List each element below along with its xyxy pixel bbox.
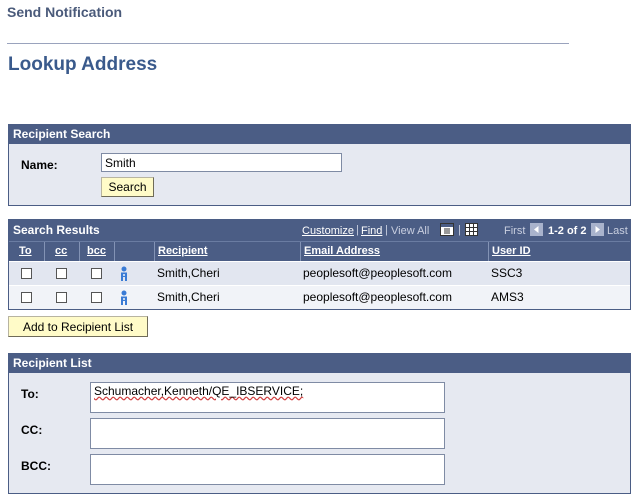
name-label: Name: [21,158,58,172]
to-checkbox[interactable] [21,268,32,279]
recipient-search-title: Recipient Search [9,125,630,144]
next-arrow-icon[interactable] [591,223,604,239]
column-header-icon [115,242,155,261]
recipient-list-body: To: Schumacher,Kenneth/QE_IBSERVICE; CC:… [9,373,630,493]
last-label: Last [607,225,628,237]
cc-label: CC: [21,423,43,437]
header-divider [7,43,569,44]
person-info-icon[interactable] [118,290,132,306]
page-title: Lookup Address [8,54,158,75]
userid-cell: SSC3 [491,266,523,280]
bcc-recipients-field[interactable] [90,454,445,485]
recipient-cell: Smith,Cheri [157,290,220,304]
search-results-title: Search Results [13,223,100,237]
page-header: Send Notification [7,4,123,20]
add-to-recipient-list-button[interactable]: Add to Recipient List [8,316,148,337]
bcc-checkbox[interactable] [91,268,102,279]
bcc-label: BCC: [21,459,51,473]
column-header-cc[interactable]: cc [45,242,80,261]
grid-navigation-bar: Search Results Customize | Find | View A… [9,220,630,241]
search-button[interactable]: Search [101,177,154,197]
userid-cell: AMS3 [491,290,524,304]
cc-checkbox[interactable] [56,268,67,279]
spreadsheet-icon[interactable] [465,223,478,239]
nav-separator: | [458,224,461,236]
recipient-search-body: Name: Search [9,144,630,205]
table-row: Smith,Cheri peoplesoft@peoplesoft.com SS… [9,261,630,285]
view-all-link[interactable]: View All [391,225,429,237]
table-row: Smith,Cheri peoplesoft@peoplesoft.com AM… [9,285,630,309]
column-header-recipient[interactable]: Recipient [155,242,301,261]
to-recipients-field[interactable]: Schumacher,Kenneth/QE_IBSERVICE; [90,382,445,413]
cc-checkbox[interactable] [56,292,67,303]
email-cell: peoplesoft@peoplesoft.com [303,266,452,280]
nav-separator: | [356,224,359,236]
column-header-userid[interactable]: User ID [489,242,630,261]
previous-arrow-icon[interactable] [530,223,543,239]
search-results-grid: Search Results Customize | Find | View A… [8,219,631,310]
column-header-email[interactable]: Email Address [301,242,489,261]
customize-link[interactable]: Customize [302,225,354,237]
recipient-cell: Smith,Cheri [157,266,220,280]
recipient-list-title: Recipient List [9,354,630,373]
find-link[interactable]: Find [361,225,382,237]
download-icon[interactable] [440,223,454,239]
first-label: First [504,225,526,237]
person-info-icon[interactable] [118,266,132,282]
email-cell: peoplesoft@peoplesoft.com [303,290,452,304]
to-label: To: [21,387,39,401]
bcc-checkbox[interactable] [91,292,102,303]
name-search-input[interactable] [101,153,342,172]
recipient-search-group: Recipient Search Name: Search [8,124,631,206]
row-range-indicator: 1-2 of 2 [548,225,587,237]
recipient-list-group: Recipient List To: Schumacher,Kenneth/QE… [8,353,631,494]
column-header-bcc[interactable]: bcc [80,242,115,261]
cc-recipients-field[interactable] [90,418,445,449]
to-checkbox[interactable] [21,292,32,303]
nav-separator: | [385,224,388,236]
column-header-to[interactable]: To [9,242,45,261]
column-header-row: To cc bcc Recipient Email Address User I… [9,241,630,261]
